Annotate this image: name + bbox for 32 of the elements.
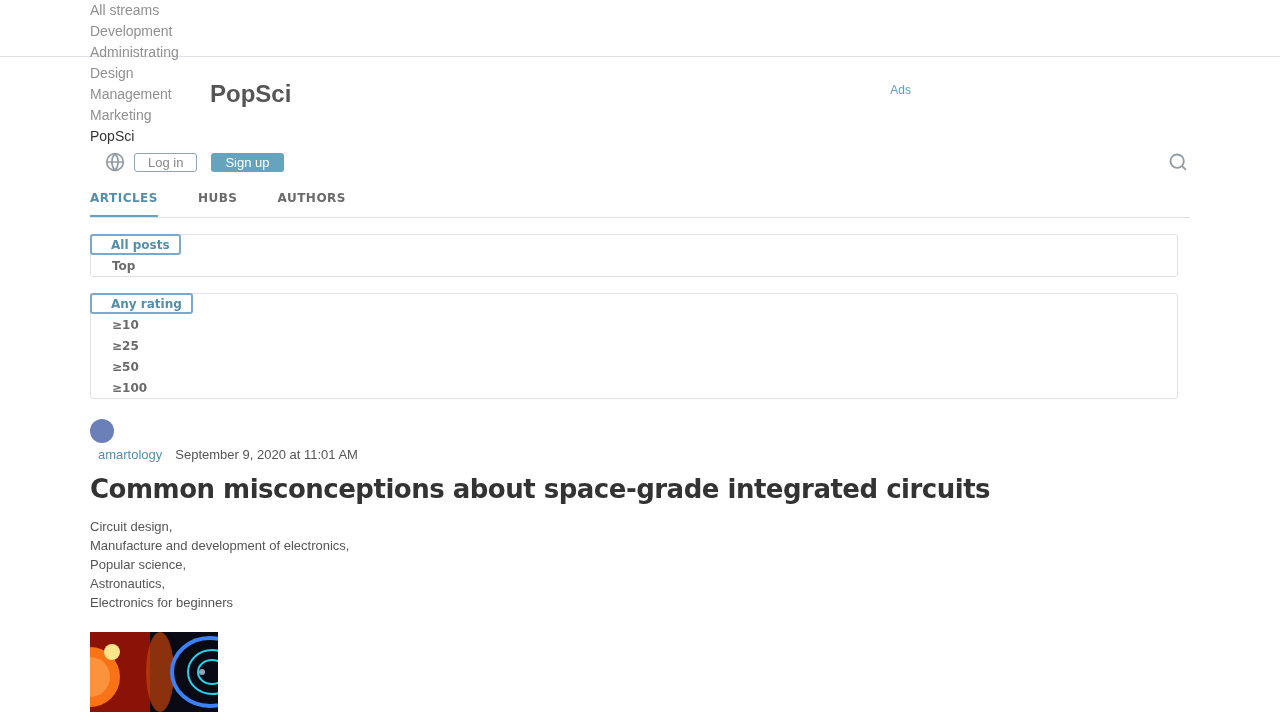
hub-link[interactable]: Manufacture and development of electronics,	[90, 535, 350, 555]
hub-link[interactable]: Circuit design,	[90, 516, 173, 536]
logo[interactable]: PopSci	[210, 80, 292, 108]
stream-link[interactable]: Management	[90, 84, 172, 105]
hub-link[interactable]: Astronautics,	[90, 573, 166, 593]
stream-link[interactable]: Development	[90, 21, 173, 42]
filter-option[interactable]: ≥100	[91, 377, 159, 398]
filter-option[interactable]: ≥25	[91, 335, 150, 356]
filter-option[interactable]: ≥10	[91, 314, 150, 335]
login-button[interactable]: Log in	[134, 152, 198, 172]
filter-option[interactable]: Any rating	[90, 293, 193, 314]
filter-option[interactable]: Top	[91, 255, 147, 276]
tab[interactable]: ARTICLES	[90, 181, 158, 217]
signup-button[interactable]: Sign up	[211, 152, 284, 172]
hub-link[interactable]: Electronics for beginners	[90, 592, 234, 612]
stream-link[interactable]: Design	[90, 63, 134, 84]
ads-link[interactable]: Ads	[890, 81, 911, 99]
filter-option[interactable]: All posts	[90, 234, 181, 255]
tab[interactable]: HUBS	[197, 181, 238, 217]
stream-link[interactable]: PopSci	[90, 126, 135, 147]
post-title[interactable]: Common misconceptions about space-grade integrated circuits	[90, 472, 1190, 505]
globe-icon[interactable]	[105, 152, 125, 172]
author-link[interactable]: amartology	[98, 445, 163, 465]
filter-option[interactable]: ≥50	[91, 356, 150, 377]
post-date: September 9, 2020 at 11:01 AM	[175, 446, 358, 464]
hub-link[interactable]: Popular science,	[90, 554, 187, 574]
stream-link[interactable]: Administrating	[90, 42, 179, 63]
avatar	[90, 419, 114, 443]
tab[interactable]: AUTHORS	[277, 181, 346, 217]
search-icon[interactable]	[1168, 152, 1188, 172]
stream-link[interactable]: All streams	[90, 0, 160, 21]
stream-link[interactable]: Marketing	[90, 105, 152, 126]
